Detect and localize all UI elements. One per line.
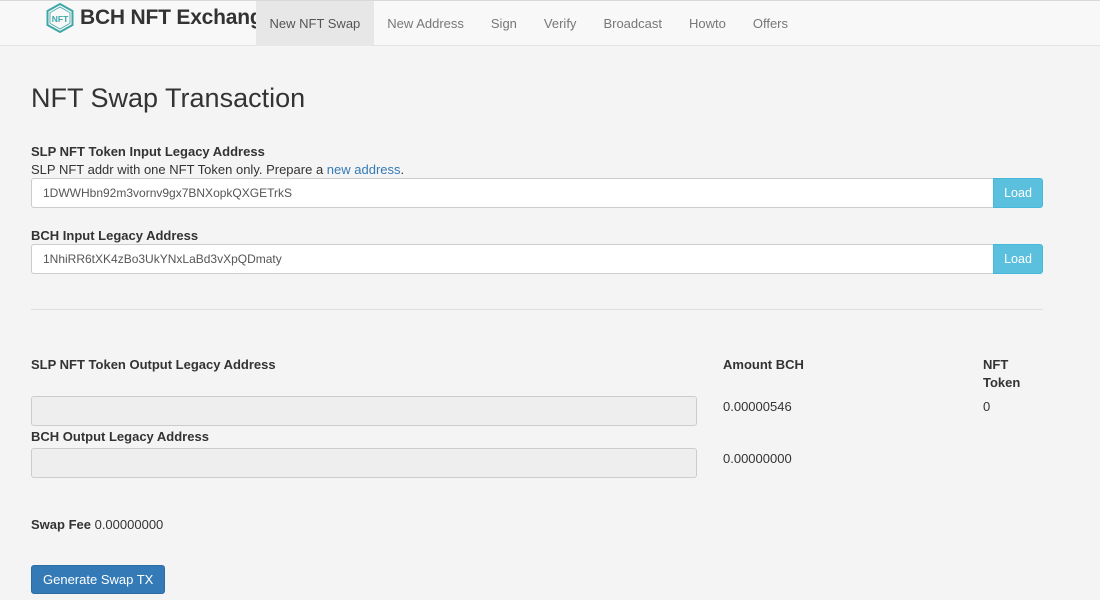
amount-bch-header: Amount BCH — [723, 357, 804, 372]
swap-fee-label: Swap Fee — [31, 517, 91, 532]
nft-token-header-line2: Token — [983, 375, 1021, 391]
slp-input-address-field[interactable] — [31, 178, 993, 208]
section-divider — [31, 309, 1043, 310]
swap-fee-value: 0.00000000 — [94, 517, 164, 532]
nav-howto[interactable]: Howto — [675, 1, 739, 46]
slp-load-button[interactable]: Load — [993, 178, 1043, 208]
bch-output-label: BCH Output Legacy Address — [31, 429, 209, 444]
nav-offers[interactable]: Offers — [739, 1, 801, 46]
brand-link[interactable]: NFT BCH NFT Exchange — [46, 3, 274, 33]
slp-input-help: SLP NFT addr with one NFT Token only. Pr… — [31, 162, 404, 178]
nav-new-nft-swap[interactable]: New NFT Swap — [256, 1, 374, 46]
bch-input-group: Load — [31, 244, 1043, 274]
swap-fee: Swap Fee 0.00000000 — [31, 517, 163, 532]
new-address-link[interactable]: new address — [327, 162, 401, 177]
bch-output-amount: 0.00000000 — [723, 451, 792, 466]
main-nav: New NFT Swap New Address Sign Verify Bro… — [256, 1, 802, 46]
brand-name: BCH NFT Exchange — [80, 6, 274, 29]
slp-output-address-field — [31, 396, 697, 426]
slp-input-group: Load — [31, 178, 1043, 208]
slp-output-address-header: SLP NFT Token Output Legacy Address — [31, 357, 276, 372]
nft-token-header-line1: NFT — [983, 357, 1009, 372]
generate-swap-tx-button[interactable]: Generate Swap TX — [31, 565, 166, 594]
nav-new-address[interactable]: New Address — [374, 1, 478, 46]
svg-text:NFT: NFT — [52, 14, 69, 24]
bch-load-button[interactable]: Load — [993, 244, 1043, 274]
slp-input-label: SLP NFT Token Input Legacy Address — [31, 144, 265, 159]
nft-token-header: NFT Token — [983, 356, 1020, 392]
page-title: NFT Swap Transaction — [31, 83, 306, 113]
slp-help-text: SLP NFT addr with one NFT Token only. Pr… — [31, 162, 327, 177]
slp-help-suffix: . — [400, 162, 405, 177]
nav-verify[interactable]: Verify — [530, 1, 590, 46]
slp-output-amount: 0.00000546 — [723, 399, 792, 414]
nft-hexagon-logo-icon: NFT — [46, 3, 74, 33]
bch-input-address-field[interactable] — [31, 244, 993, 274]
bch-input-label: BCH Input Legacy Address — [31, 228, 199, 243]
bch-output-address-field — [31, 448, 697, 478]
nav-broadcast[interactable]: Broadcast — [590, 1, 676, 46]
top-navbar: NFT BCH NFT Exchange New NFT Swap New Ad… — [0, 0, 1100, 46]
nav-sign[interactable]: Sign — [477, 1, 530, 46]
slp-output-token-count: 0 — [983, 399, 991, 414]
